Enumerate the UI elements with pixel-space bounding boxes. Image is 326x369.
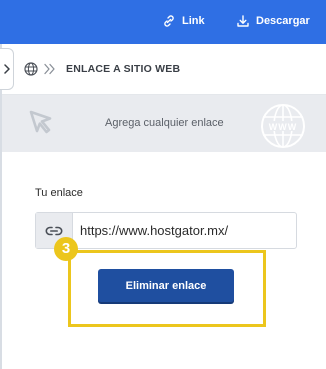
link-action[interactable]: Link [162,13,205,29]
download-action-label: Descargar [256,15,310,27]
breadcrumb: ENLACE A SITIO WEB [0,44,326,95]
delete-link-button[interactable]: Eliminar enlace [98,269,234,302]
link-icon [45,226,63,235]
top-toolbar: Link Descargar [0,0,326,44]
link-action-label: Link [182,15,205,27]
link-hint-banner: Agrega cualquier enlace WWW [2,95,326,152]
chevron-right-icon [3,64,10,74]
www-globe-icon: WWW [261,104,305,148]
download-action[interactable]: Descargar [236,13,310,29]
link-icon [164,15,174,27]
url-input[interactable] [80,219,290,241]
hint-text: Agrega cualquier enlace [105,117,224,129]
svg-text:WWW: WWW [269,122,297,132]
cursor-arrow-icon [29,110,52,134]
link-panel: ENLACE A SITIO WEB Agrega cualquier enla… [0,44,326,369]
globe-icon [24,62,38,76]
collapse-panel-button[interactable] [0,48,14,90]
download-icon [237,15,249,27]
section-title: ENLACE A SITIO WEB [66,63,181,75]
double-chevron-icon [44,63,55,75]
link-field-label: Tu enlace [35,187,83,199]
step-badge: 3 [54,237,78,261]
